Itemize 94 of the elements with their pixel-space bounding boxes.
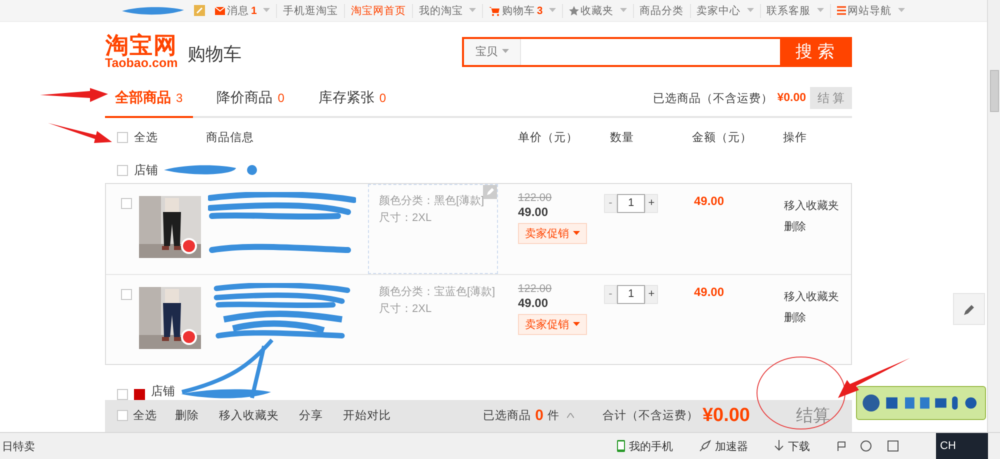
store-label: 店铺	[134, 162, 158, 179]
quantity-field[interactable]: 1	[617, 284, 645, 304]
shop-icon	[134, 388, 145, 400]
edit-icon[interactable]	[483, 184, 497, 199]
sku-text: 尺寸：2XL	[379, 302, 433, 317]
selected-count-label: 已选商品	[483, 408, 532, 424]
annotation-arrow	[48, 123, 112, 143]
caret-icon	[262, 8, 270, 14]
annotation-arrow	[40, 88, 108, 102]
edit-button[interactable]	[953, 293, 985, 325]
selected-count: 0	[535, 407, 544, 424]
logo[interactable]: 淘宝网 Taobao.com	[105, 34, 178, 70]
status-text: 日特卖	[2, 440, 35, 454]
unit-label: 件	[547, 408, 560, 424]
status-item[interactable]: 我的手机	[617, 438, 673, 454]
nav-link[interactable]: 联系客服	[760, 4, 831, 18]
unit-price: 49.00	[518, 296, 548, 310]
promotion-dropdown[interactable]: 卖家促销	[518, 222, 587, 244]
column-header: 单价（元）	[518, 130, 579, 146]
action-link[interactable]: 删除	[175, 408, 199, 424]
nav-link[interactable]: 我的淘宝	[412, 4, 483, 18]
column-header: 全选	[134, 130, 158, 146]
scrollbar[interactable]	[987, 0, 1000, 432]
action-link[interactable]: 移入收藏夹	[784, 288, 851, 304]
download-icon	[774, 440, 784, 452]
select-all-label: 全选	[133, 408, 157, 424]
status-item[interactable]: 下载	[774, 438, 810, 454]
action-link[interactable]: 移入收藏夹	[784, 198, 851, 213]
column-header: 金额（元）	[692, 130, 753, 146]
caret-icon	[548, 8, 556, 14]
total-label: 合计（不含运费）	[602, 408, 698, 424]
sku-text: 尺寸：2XL	[379, 210, 433, 226]
nav-link[interactable]: 手机逛淘宝	[276, 4, 345, 18]
caret-icon	[573, 322, 580, 327]
action-link[interactable]: 开始对比	[343, 408, 391, 424]
column-header: 商品信息	[206, 130, 255, 146]
checkbox[interactable]	[117, 388, 128, 400]
item-total: 49.00	[694, 192, 726, 210]
nav-link[interactable]: 消息 1	[209, 4, 277, 18]
mail-icon	[215, 6, 225, 15]
sku-text: 颜色分类：宝蓝色[薄款]	[379, 284, 496, 300]
action-link[interactable]: 分享	[299, 408, 323, 424]
checkbox[interactable]	[117, 132, 128, 144]
action-link[interactable]: 删除	[784, 310, 851, 325]
caret-icon	[468, 8, 476, 14]
caret-icon	[620, 8, 627, 14]
rocket-icon	[699, 440, 711, 452]
expand-icon[interactable]	[567, 413, 574, 418]
phone-icon	[617, 440, 625, 452]
checkbox[interactable]	[117, 164, 128, 176]
unit-price: 49.00	[518, 204, 548, 219]
tab[interactable]: 库存紧张 0	[308, 80, 396, 118]
floating-toolbar-drawing[interactable]	[856, 386, 986, 420]
page-title: 购物车	[188, 42, 242, 66]
caret-icon	[573, 230, 580, 236]
language-indicator[interactable]: CH	[936, 432, 988, 459]
checkbox[interactable]	[117, 410, 128, 422]
checkbox[interactable]	[121, 289, 132, 300]
nav-link[interactable]: 收藏夹	[562, 4, 634, 18]
list-icon	[836, 6, 846, 16]
quantity-field[interactable]: 1	[617, 194, 645, 213]
star-icon	[568, 6, 579, 16]
total-amount: ¥0.00	[702, 404, 750, 427]
status-item[interactable]: 加速器	[699, 438, 748, 454]
original-price: 122.00	[518, 192, 552, 204]
caret-icon	[746, 8, 754, 14]
store-label: 店铺	[151, 382, 175, 400]
decrease-button[interactable]: -	[604, 194, 617, 213]
tab[interactable]: 全部商品 3	[105, 80, 193, 118]
promotion-dropdown[interactable]: 卖家促销	[518, 314, 587, 335]
pencil-icon	[962, 302, 976, 316]
action-link[interactable]: 删除	[784, 218, 851, 234]
tab[interactable]: 降价商品 0	[206, 80, 294, 118]
action-link[interactable]: 移入收藏夹	[219, 408, 279, 424]
annotation-arrow	[838, 358, 910, 398]
badge-icon	[194, 5, 205, 16]
decrease-button[interactable]: -	[604, 284, 617, 304]
original-price: 122.00	[518, 282, 552, 295]
item-total: 49.00	[694, 284, 726, 301]
nav-link[interactable]: 商品分类	[634, 4, 691, 18]
selected-summary-label: 已选商品（不含运费）	[653, 91, 774, 106]
checkbox[interactable]	[121, 198, 132, 210]
column-header: 数量	[610, 130, 635, 146]
nav-link[interactable]: 网站导航	[830, 4, 911, 18]
caret-icon	[898, 8, 905, 14]
selected-amount: ¥0.00	[777, 92, 806, 104]
increase-button[interactable]: +	[645, 194, 658, 213]
increase-button[interactable]: +	[645, 284, 658, 304]
nav-link[interactable]: 淘宝网首页	[344, 4, 413, 18]
column-header: 操作	[783, 130, 808, 146]
nav-link[interactable]: 卖家中心	[690, 4, 761, 18]
nav-link[interactable]: 购物车 3	[482, 4, 563, 18]
caret-icon	[816, 8, 824, 14]
cart-icon	[488, 6, 500, 16]
